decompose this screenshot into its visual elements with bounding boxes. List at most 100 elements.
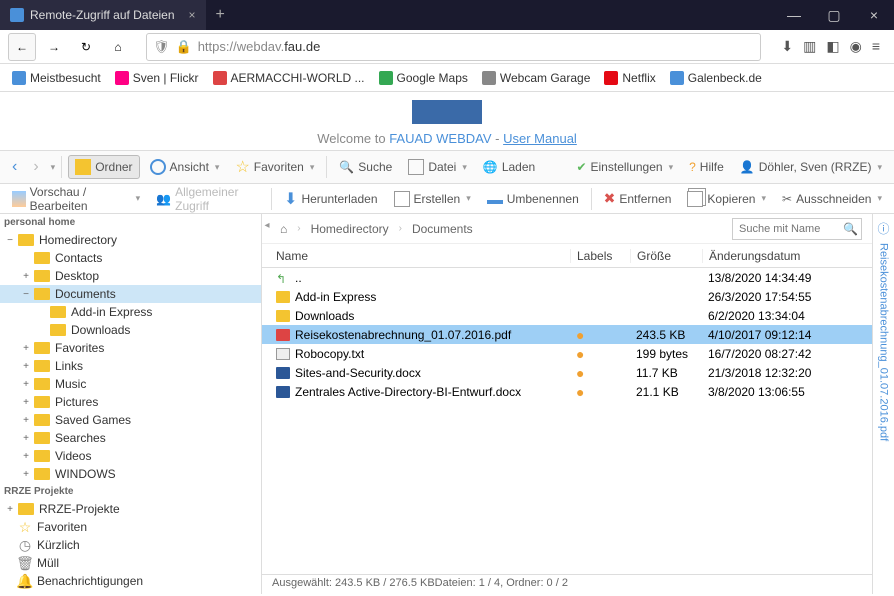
sidebar-icon[interactable]: ◧ [826, 38, 839, 55]
file-name: Add-in Express [295, 290, 376, 304]
nav-forward[interactable]: › [27, 155, 44, 179]
zugriff-button[interactable]: 👥Allgemeiner Zugriff [150, 182, 265, 216]
ansicht-button[interactable]: Ansicht▾ [144, 156, 226, 178]
panel-handle[interactable]: ◂ [262, 214, 272, 594]
tree-favorites[interactable]: +Favorites [0, 339, 261, 357]
tree-rrze-projekte[interactable]: +RRZE-Projekte [0, 500, 261, 518]
tree-videos[interactable]: +Videos [0, 447, 261, 465]
user-manual-link[interactable]: User Manual [503, 131, 577, 146]
user-menu[interactable]: 👤Döhler, Sven (RRZE)▾ [734, 157, 888, 177]
breadcrumb-documents[interactable]: Documents [412, 222, 473, 236]
col-name[interactable]: Name [272, 249, 570, 263]
ausschneiden-button[interactable]: ✂Ausschneiden▾ [776, 189, 888, 209]
entfernen-button[interactable]: ✖Entfernen [598, 187, 678, 210]
file-row[interactable]: Reisekostenabrechnung_01.07.2016.pdf●243… [262, 325, 872, 344]
file-row[interactable]: ↰..13/8/2020 14:34:49 [262, 268, 872, 287]
col-labels[interactable]: Labels [570, 249, 630, 263]
back-button[interactable]: ← [8, 33, 36, 61]
breadcrumb-home-icon[interactable]: ⌂ [280, 222, 287, 236]
file-row[interactable]: Sites-and-Security.docx●11.7 KB21/3/2018… [262, 363, 872, 382]
herunterladen-button[interactable]: ⬇Herunterladen [278, 186, 383, 212]
file-row[interactable]: Downloads6/2/2020 13:34:04 [262, 306, 872, 325]
browser-tab[interactable]: Remote-Zugriff auf Dateien × [0, 0, 206, 30]
tree-downloads[interactable]: Downloads [0, 321, 261, 339]
col-size[interactable]: Größe [630, 249, 702, 263]
erstellen-button[interactable]: Erstellen▾ [388, 188, 477, 210]
tree-addin[interactable]: Add-in Express [0, 303, 261, 321]
tree-section-rrze: RRZE Projekte [0, 483, 261, 500]
datei-button[interactable]: Datei▾ [402, 156, 473, 178]
search-input[interactable] [739, 223, 839, 235]
bookmark-item[interactable]: Meistbesucht [6, 69, 107, 87]
menu-icon[interactable]: ≡ [872, 38, 880, 55]
file-date: 16/7/2020 08:27:42 [702, 347, 872, 361]
file-panel: ◂ ⌂ › Homedirectory › Documents 🔍 Name L… [262, 214, 872, 594]
laden-button[interactable]: 🌐Laden [477, 157, 541, 177]
tree-savedgames[interactable]: +Saved Games [0, 411, 261, 429]
tree-benachrichtigungen[interactable]: 🔔Benachrichtigungen [0, 572, 261, 590]
url-bar[interactable]: 🛡 🔒 https://webdav.fau.de [146, 33, 761, 61]
search-icon[interactable]: 🔍 [843, 222, 858, 236]
tree-muell[interactable]: 🗑Müll [0, 554, 261, 572]
tree-music[interactable]: +Music [0, 375, 261, 393]
preview-panel-collapsed[interactable]: ⓘ Reisekostenabrechnung_01.07.2016.pdf [872, 214, 894, 594]
file-size: 243.5 KB [630, 328, 702, 342]
col-date[interactable]: Änderungsdatum [702, 249, 872, 263]
tree-kuerzlich[interactable]: ◷Kürzlich [0, 536, 261, 554]
tab-close-icon[interactable]: × [189, 8, 196, 22]
ordner-button[interactable]: Ordner [68, 155, 139, 179]
home-button[interactable]: ⌂ [104, 33, 132, 61]
tree-searches[interactable]: +Searches [0, 429, 261, 447]
lock-icon: 🔒 [176, 39, 192, 55]
bookmark-item[interactable]: Sven | Flickr [109, 69, 205, 87]
bookmark-item[interactable]: AERMACCHI-WORLD ... [207, 69, 371, 87]
bookmark-item[interactable]: Webcam Garage [476, 69, 597, 87]
einstellungen-button[interactable]: ✔Einstellungen▾ [570, 157, 679, 177]
kopieren-button[interactable]: Kopieren▾ [681, 188, 772, 210]
forward-button[interactable]: → [40, 33, 68, 61]
file-row[interactable]: Robocopy.txt●199 bytes16/7/2020 08:27:42 [262, 344, 872, 363]
suche-button[interactable]: 🔍Suche [333, 157, 398, 177]
preview-filename: Reisekostenabrechnung_01.07.2016.pdf [878, 243, 890, 441]
new-tab-button[interactable]: + [206, 6, 235, 24]
bookmark-item[interactable]: Google Maps [373, 69, 474, 87]
file-label: ● [570, 346, 630, 362]
tree-contacts[interactable]: Contacts [0, 249, 261, 267]
tree-desktop[interactable]: +Desktop [0, 267, 261, 285]
tree-windows[interactable]: +WINDOWS [0, 465, 261, 483]
bookmark-item[interactable]: Galenbeck.de [664, 69, 768, 87]
account-icon[interactable]: ◉ [850, 38, 862, 55]
tree-homedirectory[interactable]: −Homedirectory [0, 231, 261, 249]
tree-favoriten[interactable]: ☆Favoriten [0, 518, 261, 536]
hilfe-button[interactable]: ?Hilfe [683, 157, 730, 177]
file-label: ● [570, 384, 630, 400]
minimize-button[interactable]: — [774, 0, 814, 30]
breadcrumb-home[interactable]: Homedirectory [311, 222, 389, 236]
vorschau-button[interactable]: Vorschau / Bearbeiten▾ [6, 182, 146, 216]
file-list-header: Name Labels Größe Änderungsdatum [262, 244, 872, 268]
folder-tree: personal home −Homedirectory Contacts +D… [0, 214, 262, 594]
file-row[interactable]: Add-in Express26/3/2020 17:54:55 [262, 287, 872, 306]
favoriten-button[interactable]: ☆Favoriten▾ [229, 154, 320, 180]
tree-pictures[interactable]: +Pictures [0, 393, 261, 411]
tree-section-personal: personal home [0, 214, 261, 231]
bookmark-item[interactable]: Netflix [598, 69, 661, 87]
file-name: Downloads [295, 309, 354, 323]
library-icon[interactable]: ▥ [803, 38, 816, 55]
file-date: 4/10/2017 09:12:14 [702, 328, 872, 342]
file-row[interactable]: Zentrales Active-Directory-BI-Entwurf.do… [262, 382, 872, 401]
tree-links[interactable]: +Links [0, 357, 261, 375]
doc-icon [276, 386, 290, 398]
file-label: ● [570, 365, 630, 381]
maximize-button[interactable]: ▢ [814, 0, 854, 30]
file-name: Sites-and-Security.docx [295, 366, 421, 380]
pocket-icon[interactable]: ⬇ [781, 38, 793, 55]
rrze-logo [412, 100, 482, 124]
bookmark-icon [670, 71, 684, 85]
close-button[interactable]: × [854, 0, 894, 30]
search-box[interactable]: 🔍 [732, 218, 862, 240]
tree-documents[interactable]: −Documents [0, 285, 261, 303]
nav-back[interactable]: ‹ [6, 155, 23, 179]
reload-button[interactable]: ↻ [72, 33, 100, 61]
umbenennen-button[interactable]: Umbenennen [481, 189, 585, 209]
